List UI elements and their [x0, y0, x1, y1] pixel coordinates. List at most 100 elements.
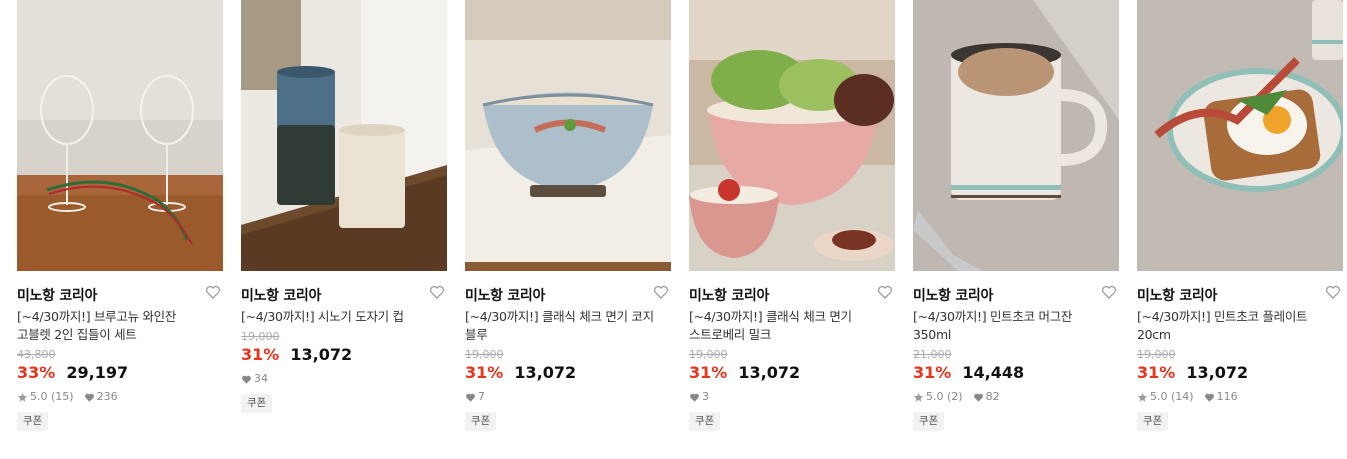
- likes: 7: [465, 389, 485, 405]
- coupon-badge: 쿠폰: [17, 412, 49, 431]
- sale-price: 13,072: [290, 345, 353, 364]
- brand-name[interactable]: 미노항 코리아: [913, 288, 993, 304]
- product-meta: 7: [465, 389, 671, 405]
- product-card[interactable]: 미노항 코리아 [~4/30까지!] 민트초코 플레이트 20cm 19,000…: [1137, 0, 1343, 431]
- product-title-line-2[interactable]: 고블렛 2인 집들이 세트: [17, 326, 223, 344]
- product-title[interactable]: [~4/30까지!] 시노기 도자기 컵: [241, 308, 447, 326]
- original-price: 19,000: [1137, 348, 1176, 361]
- product-title[interactable]: [~4/30까지!] 민트초코 플레이트 20cm: [1137, 308, 1343, 344]
- star-icon: [1137, 392, 1148, 402]
- product-image[interactable]: [1137, 0, 1343, 271]
- product-title[interactable]: [~4/30까지!] 브루고뉴 와인잔 고블렛 2인 집들이 세트: [17, 308, 223, 344]
- rating: 5.0 (14): [1137, 389, 1194, 405]
- product-title-line-1[interactable]: [~4/30까지!] 민트초코 머그잔: [913, 308, 1119, 326]
- product-title-line-1[interactable]: [~4/30까지!] 클래식 체크 면기: [689, 308, 895, 326]
- heart-filled-icon: [84, 393, 94, 402]
- product-image[interactable]: [17, 0, 223, 271]
- coupon-badge: 쿠폰: [465, 412, 497, 431]
- product-title[interactable]: [~4/30까지!] 클래식 체크 면기 스트로베리 밀크: [689, 308, 895, 344]
- rating-value: 5.0 (14): [1150, 390, 1194, 403]
- original-price: 19,000: [241, 330, 280, 343]
- product-title[interactable]: [~4/30까지!] 민트초코 머그잔 350ml: [913, 308, 1119, 344]
- product-title-line-2[interactable]: 블루: [465, 326, 671, 344]
- product-title-line-2[interactable]: 350ml: [913, 326, 1119, 344]
- product-card[interactable]: 미노항 코리아 [~4/30까지!] 클래식 체크 면기 스트로베리 밀크 19…: [689, 0, 895, 431]
- likes-count: 116: [1216, 390, 1238, 403]
- ceramic-cups-image: [241, 0, 447, 271]
- heart-filled-icon: [242, 375, 251, 384]
- heart-filled-icon: [690, 393, 699, 402]
- star-icon: [913, 392, 924, 402]
- product-card[interactable]: 미노항 코리아 [~4/30까지!] 클래식 체크 면기 코지 블루 19,00…: [465, 0, 671, 431]
- likes: 34: [241, 371, 268, 387]
- product-grid: 미노항 코리아 [~4/30까지!] 브루고뉴 와인잔 고블렛 2인 집들이 세…: [0, 0, 1347, 459]
- heart-filled-icon: [466, 393, 475, 402]
- blue-check-bowl-image: [465, 0, 671, 271]
- product-title[interactable]: [~4/30까지!] 클래식 체크 면기 코지 블루: [465, 308, 671, 344]
- product-card[interactable]: 미노항 코리아 [~4/30까지!] 브루고뉴 와인잔 고블렛 2인 집들이 세…: [17, 0, 223, 431]
- likes: 3: [689, 389, 709, 405]
- price-row: 33% 29,197: [17, 363, 223, 383]
- product-title-line-1[interactable]: [~4/30까지!] 민트초코 플레이트: [1137, 308, 1343, 326]
- original-price: 19,000: [465, 348, 504, 361]
- heart-outline-icon[interactable]: [429, 284, 445, 300]
- heart-outline-icon[interactable]: [1101, 284, 1117, 300]
- product-meta: 5.0 (14) 116: [1137, 389, 1343, 405]
- sale-price: 13,072: [738, 363, 801, 382]
- brand-name[interactable]: 미노항 코리아: [689, 288, 769, 304]
- product-title-line-1[interactable]: [~4/30까지!] 클래식 체크 면기 코지: [465, 308, 671, 326]
- brand-name[interactable]: 미노항 코리아: [17, 288, 97, 304]
- coupon-badge: 쿠폰: [913, 412, 945, 431]
- sale-price: 29,197: [66, 363, 129, 382]
- product-title-line-2[interactable]: 20cm: [1137, 326, 1343, 344]
- product-card[interactable]: 미노항 코리아 [~4/30까지!] 민트초코 머그잔 350ml 21,000…: [913, 0, 1119, 431]
- mint-choco-mug-image: [913, 0, 1119, 271]
- product-title-line-2[interactable]: 스트로베리 밀크: [689, 326, 895, 344]
- product-card[interactable]: 미노항 코리아 [~4/30까지!] 시노기 도자기 컵 19,000 31% …: [241, 0, 447, 413]
- product-meta: 3: [689, 389, 895, 405]
- brand-name[interactable]: 미노항 코리아: [1137, 288, 1217, 304]
- product-image[interactable]: [913, 0, 1119, 271]
- heart-outline-icon[interactable]: [1325, 284, 1341, 300]
- wine-glasses-image: [17, 0, 223, 271]
- product-title-line-1[interactable]: [~4/30까지!] 브루고뉴 와인잔: [17, 308, 223, 326]
- product-image[interactable]: [465, 0, 671, 271]
- discount-rate: 31%: [241, 345, 280, 364]
- sale-price: 13,072: [1186, 363, 1249, 382]
- price-row: 31% 13,072: [1137, 363, 1343, 383]
- coupon-badge: 쿠폰: [689, 412, 721, 431]
- likes-count: 34: [254, 372, 268, 385]
- likes-count: 82: [985, 390, 1000, 403]
- rating-value: 5.0 (2): [926, 390, 963, 403]
- discount-rate: 31%: [465, 363, 504, 382]
- original-price: 21,000: [913, 348, 952, 361]
- price-row: 31% 13,072: [241, 345, 447, 365]
- product-image[interactable]: [241, 0, 447, 271]
- mint-choco-plate-image: [1137, 0, 1343, 271]
- likes-count: 236: [96, 390, 118, 403]
- brand-name[interactable]: 미노항 코리아: [241, 288, 321, 304]
- sale-price: 13,072: [514, 363, 577, 382]
- original-price: 19,000: [689, 348, 728, 361]
- discount-rate: 31%: [1137, 363, 1176, 382]
- likes-count: 3: [702, 390, 709, 403]
- discount-rate: 31%: [689, 363, 728, 382]
- price-row: 31% 13,072: [689, 363, 895, 383]
- likes: 82: [973, 389, 1000, 405]
- price-row: 31% 13,072: [465, 363, 671, 383]
- heart-filled-icon: [1204, 393, 1214, 402]
- likes-count: 7: [478, 390, 485, 403]
- sale-price: 14,448: [962, 363, 1025, 382]
- product-title-line-1[interactable]: [~4/30까지!] 시노기 도자기 컵: [241, 308, 447, 326]
- product-meta: 34: [241, 371, 447, 387]
- original-price: 43,800: [17, 348, 56, 361]
- product-image[interactable]: [689, 0, 895, 271]
- heart-outline-icon[interactable]: [877, 284, 893, 300]
- product-meta: 5.0 (2) 82: [913, 389, 1119, 405]
- rating: 5.0 (2): [913, 389, 963, 405]
- brand-name[interactable]: 미노항 코리아: [465, 288, 545, 304]
- coupon-badge: 쿠폰: [241, 394, 273, 413]
- discount-rate: 31%: [913, 363, 952, 382]
- heart-outline-icon[interactable]: [653, 284, 669, 300]
- heart-outline-icon[interactable]: [205, 284, 221, 300]
